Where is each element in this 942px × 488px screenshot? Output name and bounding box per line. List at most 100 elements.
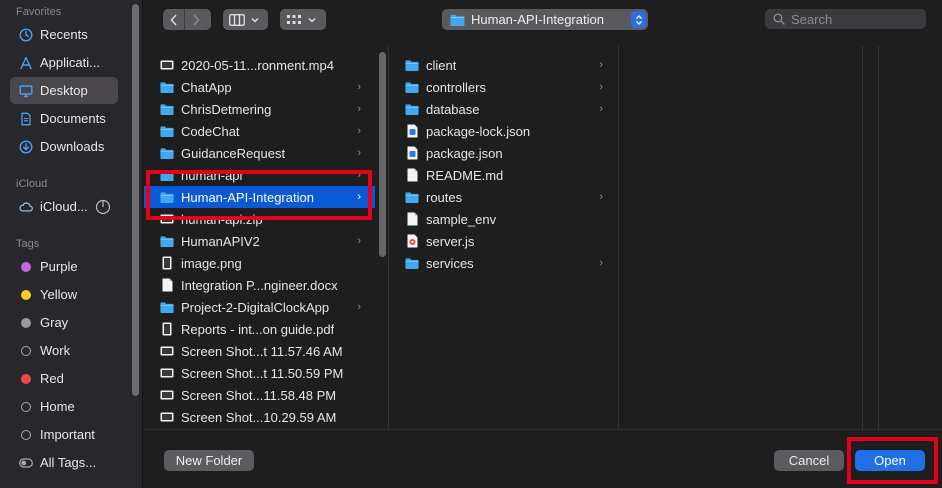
item-label: Screen Shot...11.58.48 PM xyxy=(181,387,337,403)
item-label: Human-API-Integration xyxy=(181,189,314,205)
folder-row[interactable]: human-api › xyxy=(144,164,375,186)
tag-item-purple[interactable]: Purple xyxy=(10,253,118,280)
file-row[interactable]: Integration P...ngineer.docx xyxy=(144,274,375,296)
tag-item-gray[interactable]: Gray xyxy=(10,309,118,336)
column-human-api-integration[interactable]: client › controllers › database › package-lock… xyxy=(389,46,619,429)
item-label: Screen Shot...t 11.50.59 PM xyxy=(181,365,344,381)
tag-item-work[interactable]: Work xyxy=(10,337,118,364)
column-empty-narrow[interactable] xyxy=(863,46,879,429)
file-row[interactable]: package-lock.json xyxy=(389,120,617,142)
sidebar-item-downloads[interactable]: Downloads xyxy=(10,133,118,160)
chevron-right-icon: › xyxy=(599,59,603,71)
file-row[interactable]: 2020-05-11...ronment.mp4 xyxy=(144,54,375,76)
sidebar-item-documents[interactable]: Documents xyxy=(10,105,118,132)
folder-icon xyxy=(405,190,419,204)
sidebar-scroll-thumb[interactable] xyxy=(132,4,139,396)
file-row[interactable]: image.png xyxy=(144,252,375,274)
file-row[interactable]: Screen Shot...11.58.48 PM xyxy=(144,384,375,406)
folder-row[interactable]: routes › xyxy=(389,186,617,208)
folder-row[interactable]: ChrisDetmering › xyxy=(144,98,375,120)
back-button[interactable] xyxy=(163,9,184,30)
chevron-right-icon: › xyxy=(357,147,361,159)
view-mode-button[interactable] xyxy=(223,9,268,30)
folder-row[interactable]: CodeChat › xyxy=(144,120,375,142)
item-label: Project-2-DigitalClockApp xyxy=(181,299,330,315)
folder-row[interactable]: database › xyxy=(389,98,617,120)
forward-button[interactable] xyxy=(185,9,206,30)
cloud-icon xyxy=(19,200,33,214)
sidebar-item-label: Documents xyxy=(40,111,106,126)
sidebar-scrollbar[interactable] xyxy=(132,0,139,400)
folder-row[interactable]: client › xyxy=(389,54,617,76)
item-label: controllers xyxy=(426,79,486,95)
chevron-right-icon: › xyxy=(357,103,361,115)
item-label: README.md xyxy=(426,167,504,183)
column-empty[interactable] xyxy=(619,46,863,429)
file-row[interactable]: Screen Shot...t 11.50.59 PM xyxy=(144,362,375,384)
screenshot-file-icon xyxy=(160,344,174,358)
file-row[interactable]: README.md xyxy=(389,164,617,186)
image-file-icon xyxy=(160,256,174,270)
folder-row[interactable]: ChatApp › xyxy=(144,76,375,98)
pdf-file-icon xyxy=(160,322,174,336)
folder-row[interactable]: Human-API-Integration › xyxy=(144,186,375,208)
new-folder-button[interactable]: New Folder xyxy=(164,450,254,471)
folder-row[interactable]: Project-2-DigitalClockApp › xyxy=(144,296,375,318)
folder-row[interactable]: services › xyxy=(389,252,617,274)
column-browser: 2020-05-11...ronment.mp4 ChatApp › ChrisDet… xyxy=(144,46,942,429)
group-by-button[interactable] xyxy=(280,9,326,30)
file-row[interactable]: server.js xyxy=(389,230,617,252)
navigation-buttons xyxy=(163,9,211,30)
search-icon xyxy=(773,13,785,25)
folder-row[interactable]: controllers › xyxy=(389,76,617,98)
tag-color-dot xyxy=(21,373,31,384)
item-label: database xyxy=(426,101,480,117)
item-label: 2020-05-11...ronment.mp4 xyxy=(181,57,334,73)
item-label: server.js xyxy=(426,233,475,249)
stepper-icon xyxy=(631,11,646,28)
sidebar-header-favorites: Favorites xyxy=(16,6,62,18)
json-file-icon xyxy=(405,146,419,160)
tag-item-important[interactable]: Important xyxy=(10,421,118,448)
search-input[interactable] xyxy=(791,11,921,27)
document-icon xyxy=(19,112,33,126)
sidebar-item-applications[interactable]: Applicati... xyxy=(10,49,118,76)
sidebar-item-desktop[interactable]: Desktop xyxy=(10,77,118,104)
screenshot-file-icon xyxy=(160,410,174,424)
item-label: human-api xyxy=(181,167,243,183)
file-row[interactable]: human-api.zip xyxy=(144,208,375,230)
tag-item-all-tags[interactable]: All Tags... xyxy=(10,449,118,476)
item-label: human-api.zip xyxy=(181,211,263,227)
folder-icon xyxy=(160,124,174,138)
item-label: package.json xyxy=(426,145,503,161)
folder-icon xyxy=(405,58,419,72)
folder-row[interactable]: GuidanceRequest › xyxy=(144,142,375,164)
chevron-down-icon xyxy=(308,17,316,22)
sidebar-item-label: iCloud... xyxy=(40,199,88,214)
chevron-right-icon xyxy=(192,13,200,26)
screenshot-file-icon xyxy=(160,366,174,380)
sidebar-item-icloud[interactable]: iCloud... xyxy=(10,193,118,220)
column-scroll-thumb[interactable] xyxy=(379,52,386,257)
sidebar-header-icloud: iCloud xyxy=(16,178,48,190)
item-label: HumanAPIV2 xyxy=(181,233,260,249)
file-row[interactable]: package.json xyxy=(389,142,617,164)
sidebar-item-recents[interactable]: Recents xyxy=(10,21,118,48)
column-desktop[interactable]: 2020-05-11...ronment.mp4 ChatApp › ChrisDet… xyxy=(144,46,389,429)
open-button[interactable]: Open xyxy=(855,450,925,471)
location-popup[interactable]: Human-API-Integration xyxy=(442,9,648,30)
file-row[interactable]: Reports - int...on guide.pdf xyxy=(144,318,375,340)
tag-item-red[interactable]: Red xyxy=(10,365,118,392)
item-label: services xyxy=(426,255,474,271)
file-row[interactable]: sample_env xyxy=(389,208,617,230)
chevron-right-icon: › xyxy=(357,301,361,313)
tag-item-home[interactable]: Home xyxy=(10,393,118,420)
search-field[interactable] xyxy=(765,9,926,29)
file-row[interactable]: Screen Shot...t 11.57.46 AM xyxy=(144,340,375,362)
chevron-right-icon: › xyxy=(357,235,361,247)
tag-item-yellow[interactable]: Yellow xyxy=(10,281,118,308)
item-label: client xyxy=(426,57,457,73)
folder-row[interactable]: HumanAPIV2 › xyxy=(144,230,375,252)
cancel-button[interactable]: Cancel xyxy=(774,450,844,471)
file-row[interactable]: Screen Shot...10.29.59 AM xyxy=(144,406,375,428)
